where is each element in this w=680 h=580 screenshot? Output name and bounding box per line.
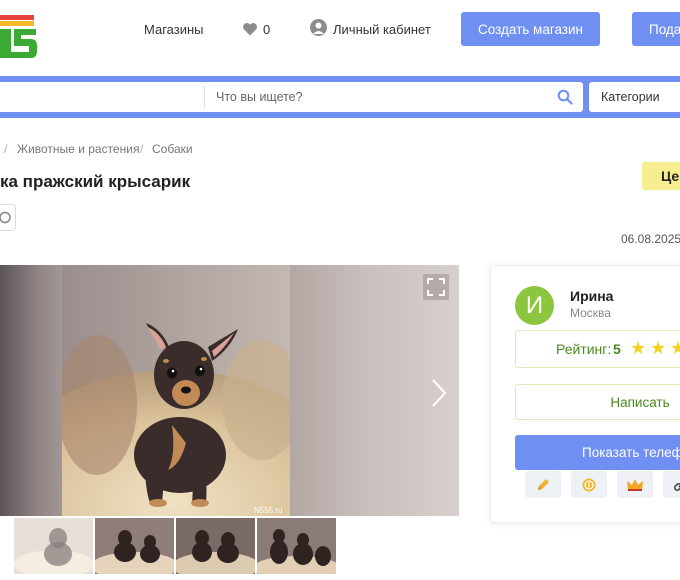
rating-label: Рейтинг: xyxy=(556,341,612,357)
link-icon[interactable] xyxy=(663,471,680,498)
thumbnail[interactable] xyxy=(176,518,255,574)
photo-watermark: N555.ru xyxy=(254,506,283,515)
nav-stores-link[interactable]: Магазины xyxy=(144,22,204,37)
thumbnail-image xyxy=(257,518,336,574)
breadcrumb-dogs[interactable]: Собаки xyxy=(152,142,193,156)
breadcrumb-animals[interactable]: Животные и растения xyxy=(17,142,139,156)
star-icon: ★ xyxy=(670,338,680,358)
circle-icon xyxy=(0,211,11,224)
thumbnail-image xyxy=(95,518,174,574)
coin-icon[interactable] xyxy=(571,471,607,498)
site-logo[interactable] xyxy=(0,12,40,60)
heart-icon[interactable] xyxy=(242,21,258,37)
logo-icon xyxy=(0,15,37,58)
create-store-button[interactable]: Создать магазин xyxy=(461,12,600,46)
avatar[interactable]: И xyxy=(515,286,554,325)
user-icon[interactable] xyxy=(310,19,327,36)
thumbnail[interactable] xyxy=(95,518,174,574)
expand-icon[interactable] xyxy=(423,274,449,300)
action-button[interactable] xyxy=(0,204,16,231)
thumbnail[interactable] xyxy=(257,518,336,574)
thumbnail-image xyxy=(14,518,93,574)
search-divider xyxy=(204,86,205,108)
crown-icon[interactable] xyxy=(617,471,653,498)
chevron-right-icon[interactable] xyxy=(428,376,450,410)
thumbnail-image xyxy=(176,518,255,574)
category-select-label[interactable]: Категории xyxy=(601,90,660,104)
seller-name[interactable]: Ирина xyxy=(570,288,613,304)
search-icon[interactable] xyxy=(557,89,573,105)
star-icon: ★ xyxy=(630,338,647,358)
breadcrumb-separator: / xyxy=(4,142,8,156)
page-title: ка пражский крысарик xyxy=(0,172,191,191)
seller-city: Москва xyxy=(570,306,611,320)
breadcrumb-separator: / xyxy=(140,142,144,156)
listing-date: 06.08.2025 xyxy=(621,232,680,246)
photo-gallery[interactable] xyxy=(0,265,459,516)
write-message-button[interactable]: Написать xyxy=(515,384,680,420)
favorites-count[interactable]: 0 xyxy=(263,22,270,37)
main-photo[interactable] xyxy=(62,265,290,516)
price-badge: Це xyxy=(642,162,680,190)
gallery-backdrop-left xyxy=(0,265,62,516)
thumbnail[interactable] xyxy=(14,518,93,574)
post-ad-button[interactable]: Пода xyxy=(632,12,680,46)
show-phone-button[interactable]: Показать телеф xyxy=(515,435,680,470)
account-link[interactable]: Личный кабинет xyxy=(333,22,431,37)
search-input[interactable]: Что вы ищете? xyxy=(216,90,303,104)
rating-value: 5 xyxy=(613,341,621,357)
pencil-icon[interactable] xyxy=(525,471,561,498)
star-icon: ★ xyxy=(650,338,667,358)
